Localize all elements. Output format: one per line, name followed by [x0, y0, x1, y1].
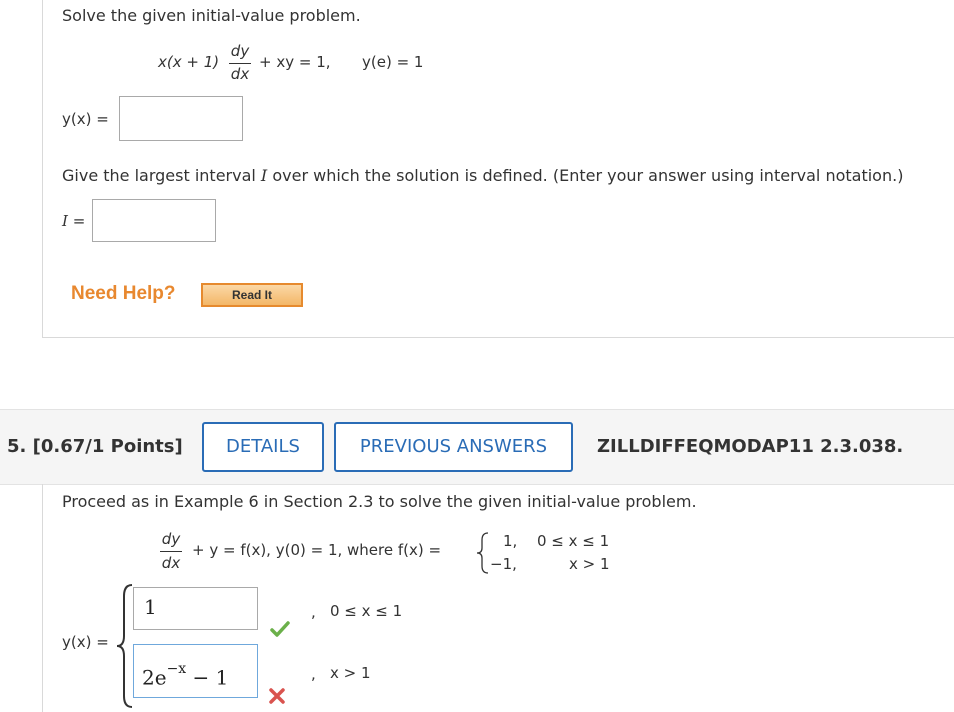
q5-case1-value: 1,	[503, 532, 518, 550]
answer2-value: 2e−x − 1	[142, 661, 229, 690]
q4-y-label: y(x) =	[62, 110, 109, 128]
q5-points: 5. [0.67/1 Points]	[7, 436, 183, 457]
q5-answer2-input[interactable]: 2e−x − 1	[133, 644, 258, 698]
answer1-comma: ,	[311, 603, 316, 621]
i-label-eq: =	[72, 212, 86, 230]
i-label-var: I	[62, 212, 68, 230]
q5-eq-text: + y = f(x), y(0) = 1, where f(x) =	[192, 541, 442, 559]
q4-prompt: Solve the given initial-value problem.	[62, 6, 361, 25]
need-help-label: Need Help?	[71, 283, 176, 304]
question-5-panel	[42, 484, 43, 712]
answer2-tail: − 1	[186, 665, 229, 690]
q4-interval-label: I =	[62, 212, 85, 230]
read-it-button[interactable]: Read It	[201, 283, 303, 307]
check-icon	[270, 621, 290, 637]
q5-frac-den: dx	[161, 554, 181, 572]
interval-prompt-part-a: Give the largest interval	[62, 166, 261, 185]
q4-eq-left: x(x + 1)	[158, 53, 220, 71]
answer2-exponent: −x	[166, 661, 187, 677]
q4-frac-den: dx	[230, 65, 250, 83]
details-button[interactable]: DETAILS	[202, 422, 324, 472]
cross-icon	[269, 688, 285, 704]
q4-y-answer-input[interactable]	[119, 96, 243, 141]
q5-case2-value: −1,	[490, 555, 517, 573]
q4-interval-input[interactable]	[92, 199, 216, 242]
q5-answer1-input[interactable]: 1	[133, 587, 258, 630]
answer1-value: 1	[144, 595, 157, 619]
q5-frac-line	[160, 551, 182, 552]
q4-eq-right: + xy = 1,	[259, 53, 331, 71]
q5-case2-condition: x > 1	[569, 555, 610, 573]
problem-code: ZILLDIFFEQMODAP11 2.3.038.	[597, 436, 904, 457]
q5-y-label: y(x) =	[62, 633, 109, 651]
answer1-condition: 0 ≤ x ≤ 1	[330, 602, 403, 620]
answer2-condition: x > 1	[330, 664, 371, 682]
q5-prompt: Proceed as in Example 6 in Section 2.3 t…	[62, 492, 697, 511]
q5-frac-num: dy	[161, 530, 181, 548]
q4-frac-num: dy	[230, 42, 250, 60]
answer2-base: 2e	[142, 665, 167, 690]
answer2-comma: ,	[311, 665, 316, 683]
interval-prompt-part-b: over which the solution is defined. (Ent…	[267, 166, 904, 185]
q4-frac-line	[229, 63, 251, 64]
q5-piecewise-brace	[476, 532, 489, 574]
previous-answers-button[interactable]: PREVIOUS ANSWERS	[334, 422, 573, 472]
q5-case1-condition: 0 ≤ x ≤ 1	[537, 532, 610, 550]
q4-initial-condition: y(e) = 1	[362, 53, 424, 71]
q5-answer-brace	[116, 584, 133, 708]
q4-interval-prompt: Give the largest interval I over which t…	[62, 166, 903, 185]
